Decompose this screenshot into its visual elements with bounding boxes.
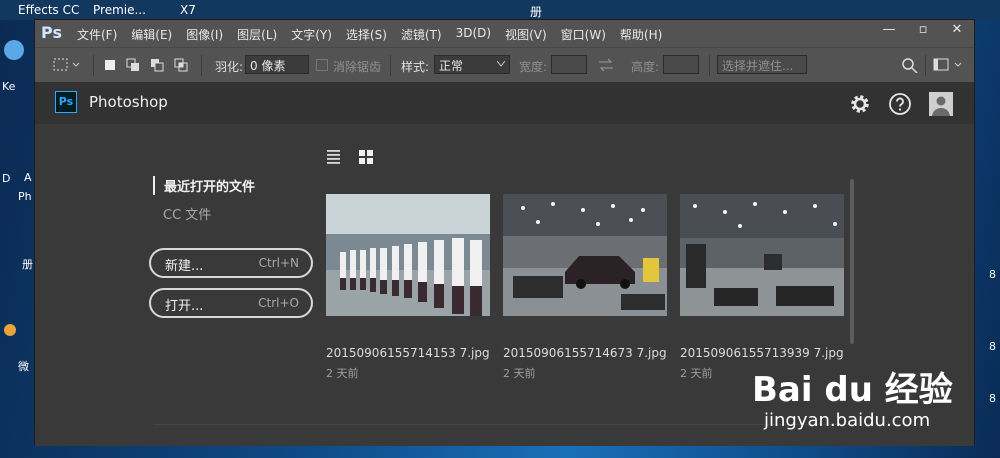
select-and-mask-button[interactable]: 选择并遮住... (717, 55, 807, 74)
file-age: 2 天前 (680, 367, 713, 380)
antialias-checkbox[interactable] (316, 59, 328, 71)
menu-edit[interactable]: 编辑(E) (131, 26, 172, 43)
style-select[interactable]: 正常 (434, 55, 510, 74)
grid-view-icon[interactable] (357, 147, 375, 165)
baidu-watermark: Bai du 经验 jingyan.baidu.com (752, 362, 962, 452)
nav-recent-files[interactable]: 最近打开的文件 (153, 176, 255, 195)
intersect-selection-icon[interactable] (173, 57, 191, 73)
photo-showroom-floor (680, 194, 844, 316)
file-name[interactable]: 20150906155713939 7.jpg (680, 346, 844, 360)
desktop-icon-label: 8 (989, 392, 996, 405)
watermark-brand: Bai du 经验 (752, 370, 953, 410)
height-input[interactable] (663, 55, 699, 74)
menu-window[interactable]: 窗口(W) (561, 26, 606, 43)
width-label: 宽度: (519, 60, 548, 74)
desktop-icon-label: 8 (989, 268, 996, 281)
photo-people-lineup (326, 194, 490, 316)
file-name[interactable]: 20150906155714153 7.jpg (326, 346, 490, 360)
close-button[interactable]: ✕ (940, 20, 974, 42)
chevron-down-icon (497, 61, 505, 67)
options-bar: 羽化: 0 像素 消除锯齿 样式: 正常 宽度: 高度: 选择并遮住... (35, 47, 974, 82)
workspace-switcher-icon[interactable] (933, 57, 967, 73)
height-label: 高度: (631, 60, 660, 74)
window-controls: — ▫ ✕ (872, 20, 974, 42)
user-avatar-icon[interactable] (929, 92, 953, 116)
menu-image[interactable]: 图像(I) (186, 26, 223, 43)
open-button[interactable]: 打开... Ctrl+O (149, 288, 313, 318)
menu-view[interactable]: 视图(V) (505, 26, 547, 43)
file-age: 2 天前 (503, 367, 536, 380)
minimize-button[interactable]: — (872, 20, 906, 42)
subtract-selection-icon[interactable] (149, 57, 167, 73)
divider (153, 424, 853, 425)
list-view-icon[interactable] (325, 147, 343, 165)
menu-layer[interactable]: 图层(L) (237, 26, 277, 43)
menu-select[interactable]: 选择(S) (346, 26, 387, 43)
new-selection-icon[interactable] (101, 57, 119, 73)
menu-type[interactable]: 文字(Y) (291, 26, 332, 43)
wechat-icon (4, 324, 16, 336)
desktop-icon[interactable] (2, 36, 32, 82)
desktop-item[interactable]: Effects CC (18, 3, 79, 17)
menu-filter[interactable]: 滤镜(T) (401, 26, 442, 43)
recent-file-thumbnail[interactable] (326, 194, 490, 316)
feather-input[interactable]: 0 像素 (245, 55, 309, 74)
marquee-tool-icon[interactable] (53, 57, 83, 73)
new-button[interactable]: 新建... Ctrl+N (149, 248, 313, 278)
search-icon[interactable] (901, 57, 919, 73)
recent-file-thumbnail[interactable] (503, 194, 667, 316)
open-shortcut: Ctrl+O (258, 296, 299, 310)
desktop-taskbar-strip: Effects CC Premie... X7 册 (0, 0, 1000, 20)
style-select-value: 正常 (439, 59, 464, 73)
workspace-header: Ps Photoshop (35, 82, 974, 124)
desktop-icons-left: Ke D A Ph 册 微 (0, 20, 34, 458)
new-shortcut: Ctrl+N (258, 256, 299, 270)
menu-file[interactable]: 文件(F) (77, 26, 117, 43)
feather-label: 羽化: (215, 60, 244, 74)
file-name[interactable]: 20150906155714673 7.jpg (503, 346, 667, 360)
gear-icon[interactable] (848, 92, 872, 116)
menu-bar: Ps 文件(F) 编辑(E) 图像(I) 图层(L) 文字(Y) 选择(S) 滤… (35, 20, 974, 47)
ps-app-logo: Ps (41, 23, 62, 42)
desktop-item[interactable]: 册 (530, 3, 542, 20)
desktop-icons-right: 8 8 8 (974, 20, 1000, 458)
desktop-icon[interactable] (2, 320, 32, 360)
new-button-label: 新建... (165, 259, 204, 274)
recent-file-thumbnail[interactable] (680, 194, 844, 316)
photo-showroom-car (503, 194, 667, 316)
width-input[interactable] (551, 55, 587, 74)
maximize-button[interactable]: ▫ (906, 20, 940, 42)
antialias-label: 消除锯齿 (333, 60, 382, 74)
menu-help[interactable]: 帮助(H) (620, 26, 662, 43)
desktop-icon-label: Ke (2, 80, 16, 93)
swap-icon[interactable] (597, 57, 615, 73)
menu-3d[interactable]: 3D(D) (456, 26, 491, 43)
ps-badge-icon: Ps (55, 91, 77, 113)
open-button-label: 打开... (165, 299, 204, 314)
desktop-item[interactable]: Premie... (93, 3, 146, 17)
watermark-url: jingyan.baidu.com (764, 410, 931, 431)
menu-list: 文件(F) 编辑(E) 图像(I) 图层(L) 文字(Y) 选择(S) 滤镜(T… (77, 26, 662, 43)
help-icon[interactable] (888, 92, 912, 116)
page-title: Photoshop (89, 93, 168, 111)
desktop-shortcut-icon (4, 40, 24, 60)
nav-cc-files[interactable]: CC 文件 (163, 204, 211, 223)
scrollbar[interactable] (850, 179, 854, 344)
file-age: 2 天前 (326, 367, 359, 380)
add-selection-icon[interactable] (125, 57, 143, 73)
desktop-item[interactable]: X7 (180, 3, 196, 17)
style-label: 样式: (401, 60, 430, 74)
desktop-icon-label: 8 (989, 340, 996, 353)
